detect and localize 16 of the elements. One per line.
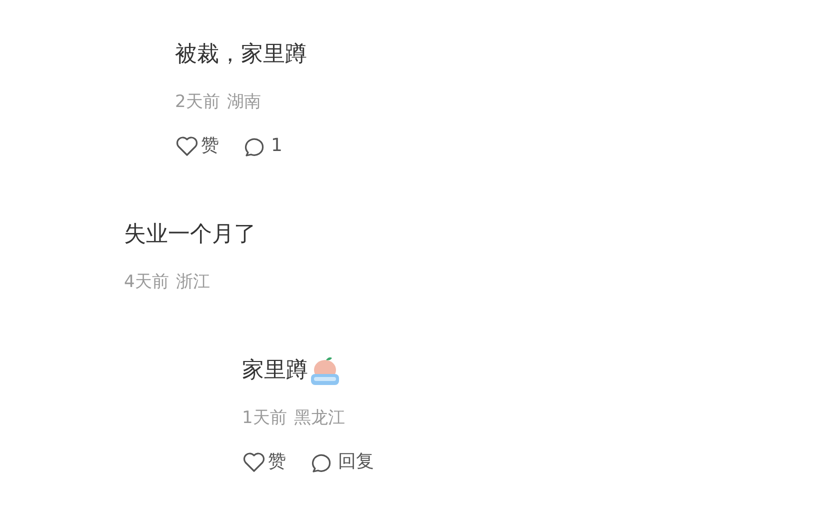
comment-text: 家里蹲 <box>242 357 308 385</box>
post-time: 2天前 <box>175 91 220 114</box>
post-time: 1天前 <box>242 407 287 430</box>
location: 黑龙江 <box>294 407 345 430</box>
heart-icon[interactable] <box>175 135 199 157</box>
location: 湖南 <box>226 91 261 114</box>
sticker-icon <box>308 355 342 387</box>
heart-icon[interactable] <box>242 451 266 473</box>
like-button[interactable]: 赞 <box>175 134 219 158</box>
reply-button[interactable]: 回复 <box>310 450 374 474</box>
reply-button[interactable]: 1 <box>243 134 282 158</box>
comment-text: 被裁，家里蹲 <box>175 41 307 69</box>
post-time: 4天前 <box>124 271 169 294</box>
comment-text: 失业一个月了 <box>124 221 256 249</box>
like-button[interactable]: 赞 <box>242 450 286 474</box>
location: 浙江 <box>176 271 210 294</box>
